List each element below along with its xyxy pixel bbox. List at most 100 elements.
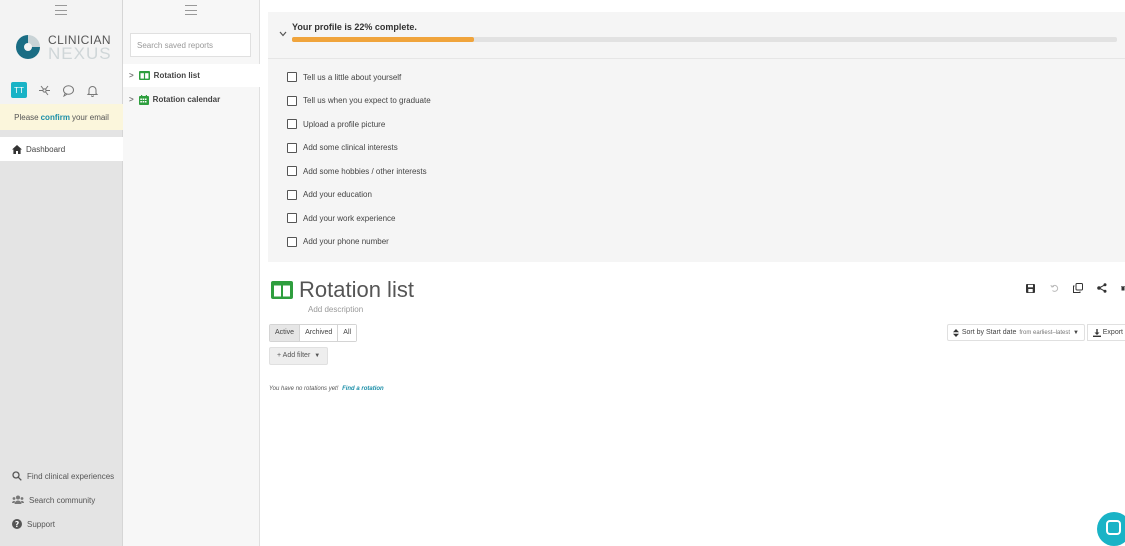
profile-completion-card: Your profile is 22% complete. Tell us a … bbox=[268, 12, 1125, 262]
tab-archived[interactable]: Archived bbox=[300, 325, 339, 341]
undo-icon[interactable] bbox=[1049, 283, 1059, 293]
logo-line2: NEXUS bbox=[48, 44, 112, 63]
sort-button[interactable]: Sort by Start date from earliest–latest … bbox=[946, 324, 1085, 341]
find-rotation-link[interactable]: Find a rotation bbox=[342, 386, 384, 392]
sort-label: Sort by Start date bbox=[961, 329, 1017, 336]
left-nav: CLINICIAN NEXUS TT Please confirm your e… bbox=[0, 0, 123, 546]
logo-mark-icon bbox=[14, 33, 42, 61]
nav-bottom: Find clinical experiences Search communi… bbox=[0, 464, 123, 536]
reports-menu-icon[interactable] bbox=[185, 5, 197, 15]
caret-down-icon: ▼ bbox=[314, 353, 321, 359]
logo[interactable]: CLINICIAN NEXUS bbox=[14, 33, 112, 63]
empty-state: You have no rotations yet! Find a rotati… bbox=[269, 386, 384, 392]
sort-detail: from earliest–latest bbox=[1019, 329, 1071, 336]
task-label: Add some hobbies / other interests bbox=[303, 166, 427, 176]
save-icon[interactable] bbox=[1025, 283, 1035, 293]
task-label: Add your education bbox=[303, 190, 372, 199]
task-label: Add your phone number bbox=[303, 237, 389, 246]
task-checkbox[interactable] bbox=[287, 166, 297, 176]
main-content: Your profile is 22% complete. Tell us a … bbox=[260, 0, 1125, 546]
nav-top: CLINICIAN NEXUS TT Please confirm your e… bbox=[0, 0, 123, 130]
profile-task-item[interactable]: Tell us when you expect to graduate bbox=[287, 95, 431, 106]
chat-launcher-button[interactable] bbox=[1097, 512, 1125, 546]
chevron-down-icon[interactable] bbox=[279, 31, 287, 37]
confirm-email-banner: Please confirm your email bbox=[0, 104, 123, 130]
chat-icon bbox=[1106, 520, 1121, 535]
community-icon bbox=[12, 495, 24, 504]
add-filter-label: + Add filter bbox=[277, 352, 311, 359]
table-icon bbox=[138, 71, 150, 80]
task-checkbox[interactable] bbox=[287, 72, 297, 82]
profile-progress-fill bbox=[292, 37, 474, 42]
profile-task-item[interactable]: Add some hobbies / other interests bbox=[287, 166, 427, 176]
add-filter-button[interactable]: + Add filter ▼ bbox=[269, 347, 329, 365]
app: CLINICIAN NEXUS TT Please confirm your e… bbox=[0, 0, 1125, 546]
task-label: Upload a profile picture bbox=[303, 119, 386, 129]
profile-task-item[interactable]: Add your education bbox=[287, 189, 372, 200]
task-label: Add some clinical interests bbox=[303, 143, 398, 152]
task-checkbox[interactable] bbox=[287, 236, 297, 247]
task-checkbox[interactable] bbox=[287, 95, 297, 106]
nav-item-find-clinical-label: Find clinical experiences bbox=[27, 471, 115, 481]
chevron-right-icon: > bbox=[129, 71, 134, 80]
nav-item-find-clinical[interactable]: Find clinical experiences bbox=[0, 464, 123, 488]
nav-item-search-community[interactable]: Search community bbox=[0, 488, 123, 512]
bell-icon[interactable] bbox=[85, 83, 99, 97]
profile-progress-bar bbox=[292, 37, 1117, 42]
help-icon: ? bbox=[12, 519, 22, 529]
profile-task-item[interactable]: Add some clinical interests bbox=[287, 142, 398, 153]
nav-item-dashboard[interactable]: Dashboard bbox=[0, 137, 123, 161]
saved-reports-panel: > Rotation list > Rotation calendar bbox=[123, 0, 260, 546]
calendar-icon bbox=[138, 94, 149, 105]
profile-task-item[interactable]: Add your work experience bbox=[287, 213, 396, 223]
nav-item-support-label: Support bbox=[27, 519, 56, 529]
nav-item-support[interactable]: ? Support bbox=[0, 512, 123, 536]
share-icon[interactable] bbox=[1097, 283, 1107, 293]
task-label: Tell us when you expect to graduate bbox=[303, 96, 431, 105]
report-item-rotation-list[interactable]: > Rotation list bbox=[123, 64, 260, 87]
task-label: Add your work experience bbox=[303, 213, 396, 223]
delete-icon[interactable] bbox=[1121, 283, 1125, 293]
search-icon bbox=[12, 471, 22, 481]
avatar[interactable]: TT bbox=[11, 82, 27, 98]
network-icon[interactable] bbox=[37, 83, 51, 97]
task-checkbox[interactable] bbox=[287, 142, 297, 153]
report-item-label: Rotation calendar bbox=[152, 95, 221, 104]
profile-task-item[interactable]: Add your phone number bbox=[287, 236, 389, 247]
profile-task-item[interactable]: Upload a profile picture bbox=[287, 119, 385, 129]
report-item-rotation-calendar[interactable]: > Rotation calendar bbox=[123, 88, 260, 111]
table-icon bbox=[271, 281, 293, 299]
profile-completion-header[interactable]: Your profile is 22% complete. bbox=[268, 12, 1125, 59]
task-checkbox[interactable] bbox=[287, 189, 297, 200]
confirm-suffix: your email bbox=[71, 112, 109, 122]
confirm-email-link[interactable]: confirm bbox=[41, 113, 70, 122]
download-icon bbox=[1092, 328, 1101, 337]
export-button[interactable]: Export bbox=[1086, 324, 1125, 341]
chevron-right-icon: > bbox=[129, 95, 134, 104]
report-toolbar bbox=[1025, 283, 1125, 293]
tab-active[interactable]: Active bbox=[270, 325, 301, 341]
chat-bubble-icon[interactable] bbox=[61, 83, 75, 97]
tab-all[interactable]: All bbox=[338, 325, 357, 341]
search-reports-input[interactable] bbox=[130, 33, 251, 57]
profile-task-item[interactable]: Tell us a little about yourself bbox=[287, 72, 401, 82]
svg-text:?: ? bbox=[15, 520, 19, 529]
nav-item-search-community-label: Search community bbox=[29, 495, 96, 505]
profile-completion-title: Your profile is 22% complete. bbox=[292, 22, 417, 32]
confirm-prefix: Please bbox=[14, 112, 39, 122]
report-item-label: Rotation list bbox=[153, 71, 200, 80]
nav-icons: TT bbox=[11, 82, 99, 98]
nav-item-dashboard-label: Dashboard bbox=[26, 144, 66, 154]
home-icon bbox=[12, 144, 22, 154]
report-header: Rotation list bbox=[271, 277, 414, 303]
sort-icon bbox=[952, 328, 959, 337]
nav-menu-icon[interactable] bbox=[55, 5, 67, 15]
task-checkbox[interactable] bbox=[287, 119, 297, 129]
copy-icon[interactable] bbox=[1073, 283, 1083, 293]
task-checkbox[interactable] bbox=[287, 213, 297, 223]
report-title[interactable]: Rotation list bbox=[299, 277, 414, 303]
export-label: Export bbox=[1102, 329, 1123, 336]
status-tabs: Active Archived All bbox=[269, 324, 358, 342]
caret-down-icon: ▼ bbox=[1073, 329, 1079, 336]
report-description[interactable]: Add description bbox=[308, 305, 363, 314]
